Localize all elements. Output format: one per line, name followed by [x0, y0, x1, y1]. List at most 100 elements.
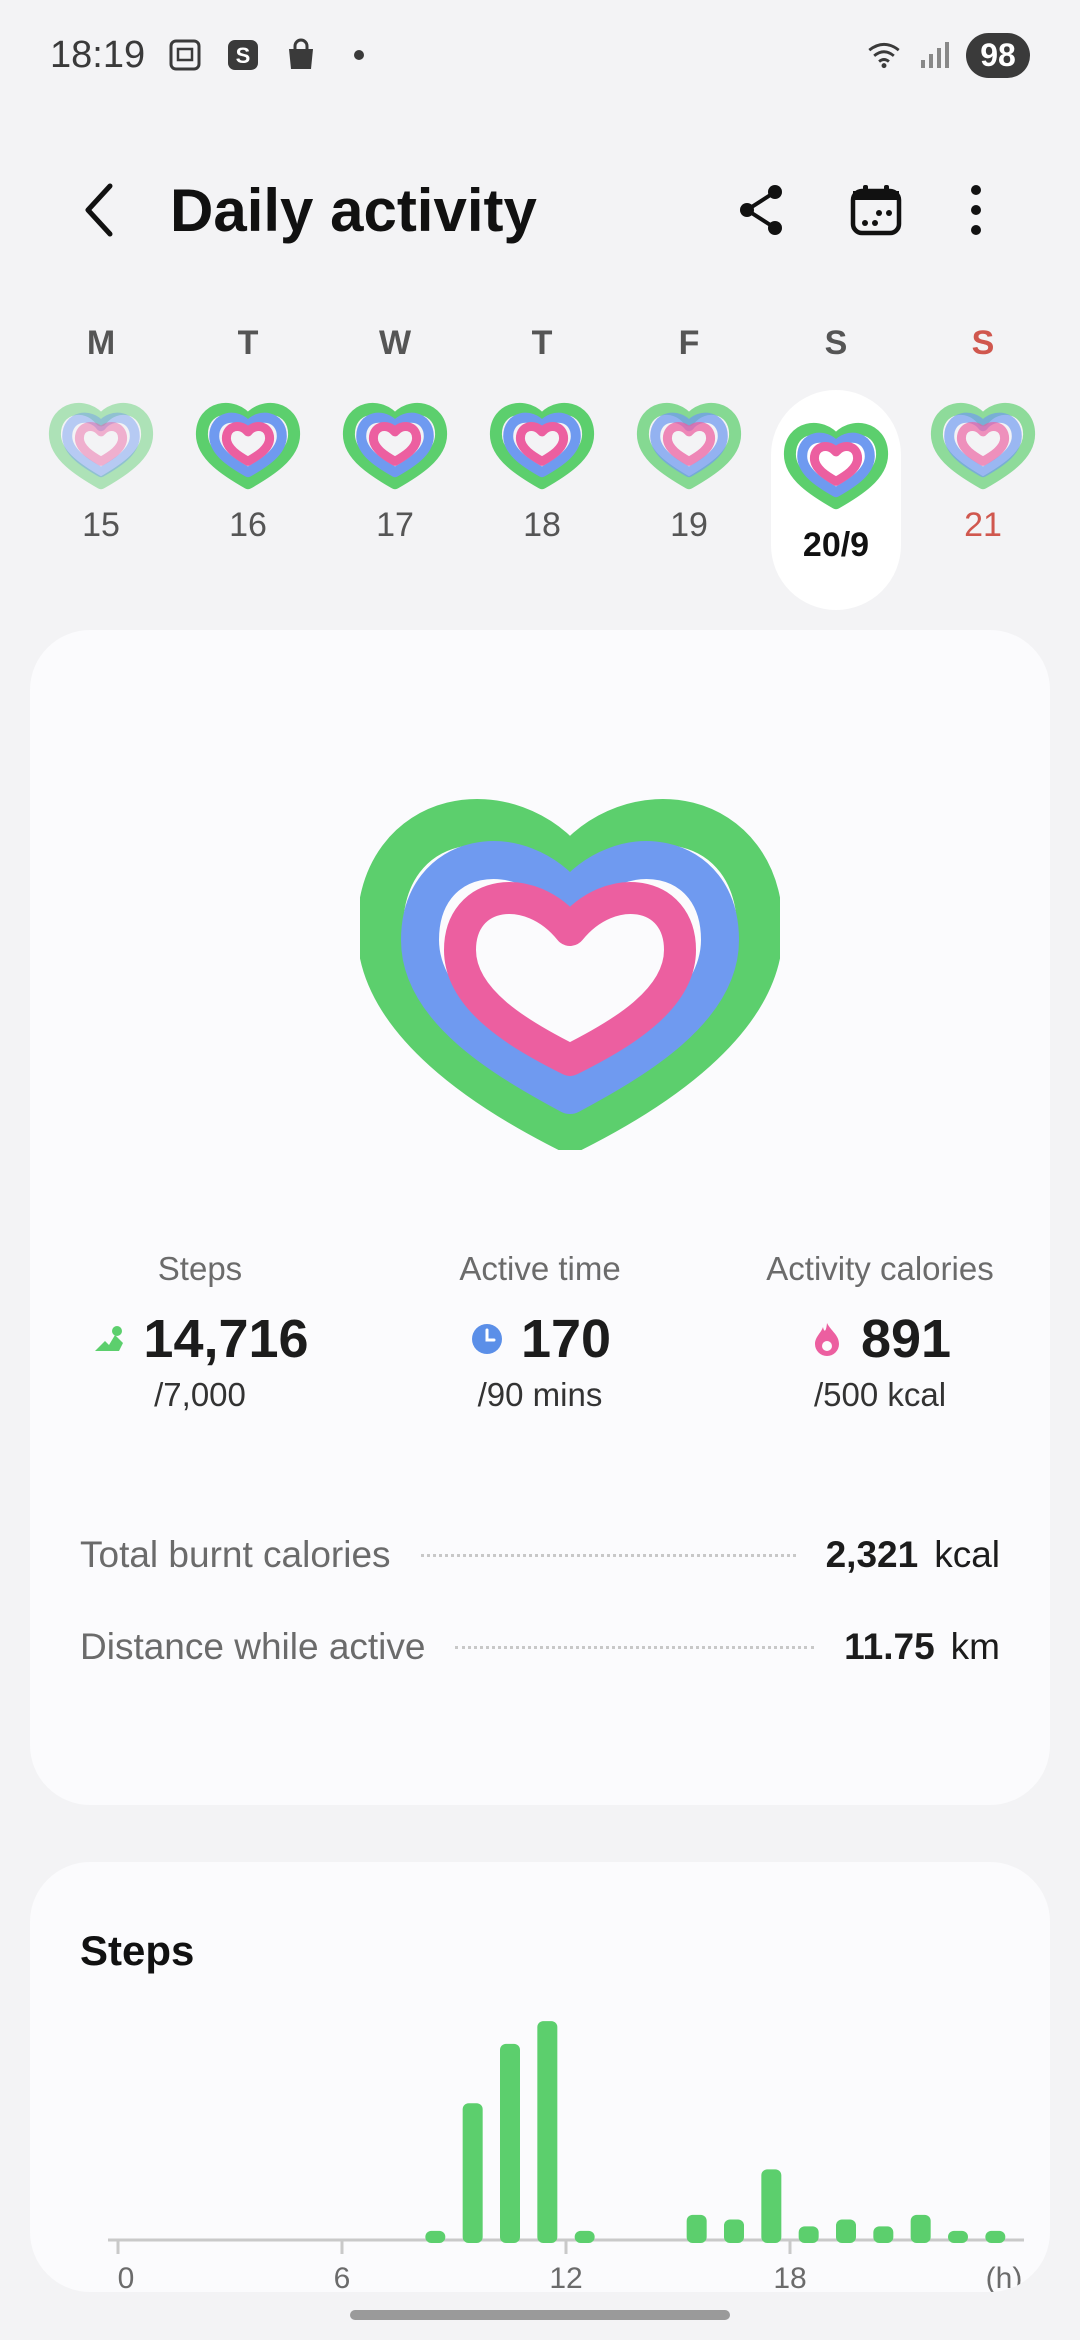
day-number: 15	[82, 506, 120, 544]
x-tick-label: (h)	[986, 2262, 1023, 2292]
status-time: 18:19	[50, 33, 146, 76]
metric-label: Steps	[157, 1250, 243, 1287]
signal-icon	[916, 37, 952, 73]
metric-goal: /500 kcal	[813, 1376, 947, 1413]
day-number: 17	[376, 506, 414, 544]
x-tick-label: 6	[334, 2262, 351, 2292]
screenshot-icon	[167, 37, 203, 73]
back-button[interactable]	[70, 170, 130, 250]
app-header: Daily activity	[0, 150, 1080, 270]
metric-value: 170	[520, 1309, 612, 1369]
day-item-tue[interactable]: T 16	[183, 310, 313, 610]
goal-metrics: Steps 14,716 /7,000 Active time 170 /90 …	[30, 1250, 1050, 1450]
metric-value: 14,716	[143, 1309, 309, 1369]
day-letter: F	[678, 324, 700, 362]
dot-icon	[341, 37, 377, 73]
steps-bar	[500, 2043, 520, 2243]
steps-bar	[425, 2230, 446, 2243]
clock-icon	[471, 1324, 502, 1354]
metric-value: 891	[860, 1309, 952, 1369]
mini-heart-icon	[489, 402, 595, 490]
metric-goal: /90 mins	[477, 1376, 603, 1413]
mini-heart-icon	[930, 402, 1036, 490]
distance-row[interactable]: Distance while active 11.75 km	[80, 1617, 1000, 1677]
steps-bar-chart: 0 6 12 18 (h)	[108, 2021, 1024, 2292]
heart-ring	[74, 422, 128, 466]
day-number: 19	[670, 506, 708, 544]
mini-heart-icon	[48, 402, 154, 490]
steps-bar	[724, 2219, 744, 2243]
calendar-icon	[850, 185, 902, 236]
day-item-wed[interactable]: W 17	[330, 310, 460, 610]
day-item-sat-selected[interactable]: 20/9	[771, 390, 901, 610]
summary-unit: kcal	[934, 1534, 1000, 1575]
steps-metric[interactable]: Steps 14,716 /7,000	[30, 1250, 370, 1414]
share-icon	[740, 185, 782, 235]
status-bar: 18:19 S 98	[0, 0, 1080, 110]
day-number: 16	[229, 506, 267, 544]
flame-icon	[814, 1323, 839, 1356]
metric-label: Activity calories	[766, 1250, 994, 1287]
activity-heart-icon	[360, 799, 780, 1150]
day-letter-sat: S	[824, 324, 848, 362]
x-tick-label: 0	[118, 2262, 135, 2292]
day-number: 21	[964, 506, 1002, 544]
day-letter: T	[237, 324, 259, 362]
shoe-icon	[95, 1326, 124, 1351]
battery-level: 98	[966, 32, 1030, 78]
steps-bar	[948, 2230, 968, 2243]
steps-bar	[537, 2021, 558, 2243]
mini-heart-icon	[783, 422, 889, 510]
week-selector: M 15 T 16 W 17 T 18 F 19 S 20/9 S 21	[0, 310, 1080, 610]
share-button[interactable]	[722, 170, 802, 250]
home-indicator[interactable]	[350, 2310, 730, 2320]
shopping-bag-icon	[283, 37, 319, 73]
mini-heart-icon	[342, 402, 448, 490]
day-letter: S	[971, 324, 995, 362]
day-item-fri[interactable]: F 19	[624, 310, 754, 610]
steps-bar	[836, 2219, 856, 2243]
samsung-pay-icon: S	[225, 37, 261, 73]
steps-bar	[686, 2214, 707, 2243]
day-number: 18	[523, 506, 561, 544]
steps-bar	[574, 2230, 595, 2243]
total-burnt-calories-row[interactable]: Total burnt calories 2,321 kcal	[80, 1525, 1000, 1585]
active-time-metric[interactable]: Active time 170 /90 mins	[370, 1250, 710, 1414]
chevron-left-icon	[85, 183, 113, 237]
calendar-button[interactable]	[836, 170, 916, 250]
mini-heart-icon	[195, 402, 301, 490]
metric-label: Active time	[459, 1250, 621, 1287]
day-letter: W	[378, 324, 412, 362]
activity-summary-card: Steps 14,716 /7,000 Active time 170 /90 …	[30, 630, 1050, 1805]
dotted-leader	[420, 1553, 796, 1557]
steps-bar	[798, 2226, 819, 2243]
steps-bar	[873, 2226, 894, 2243]
more-options-button[interactable]	[936, 170, 1016, 250]
heart-ring	[956, 422, 1010, 466]
heart-ring	[221, 422, 275, 466]
x-tick-label: 18	[773, 2262, 806, 2292]
summary-unit: km	[950, 1626, 1000, 1667]
steps-bar	[462, 2103, 483, 2243]
metric-goal: /7,000	[154, 1376, 246, 1413]
x-tick-label: 12	[549, 2262, 582, 2292]
summary-value: 2,321	[825, 1534, 919, 1575]
svg-text:S: S	[236, 43, 251, 68]
day-letter: T	[531, 324, 553, 362]
mini-heart-icon	[636, 402, 742, 490]
heart-ring	[809, 442, 863, 486]
day-item-mon[interactable]: M 15	[36, 310, 166, 610]
heart-ring	[368, 422, 422, 466]
steps-card[interactable]: Steps 0 6 12 18 (h)	[30, 1862, 1050, 2292]
summary-label: Total burnt calories	[80, 1534, 391, 1575]
page-title: Daily activity	[170, 176, 537, 244]
more-vertical-icon	[971, 185, 981, 235]
summary-label: Distance while active	[80, 1626, 426, 1667]
heart-ring	[662, 422, 716, 466]
day-letter: M	[86, 324, 116, 362]
dotted-leader	[455, 1645, 815, 1649]
activity-calories-metric[interactable]: Activity calories 891 /500 kcal	[710, 1250, 1050, 1414]
steps-bar	[761, 2169, 782, 2243]
day-item-sun[interactable]: S 21	[918, 310, 1048, 610]
day-item-thu[interactable]: T 18	[477, 310, 607, 610]
